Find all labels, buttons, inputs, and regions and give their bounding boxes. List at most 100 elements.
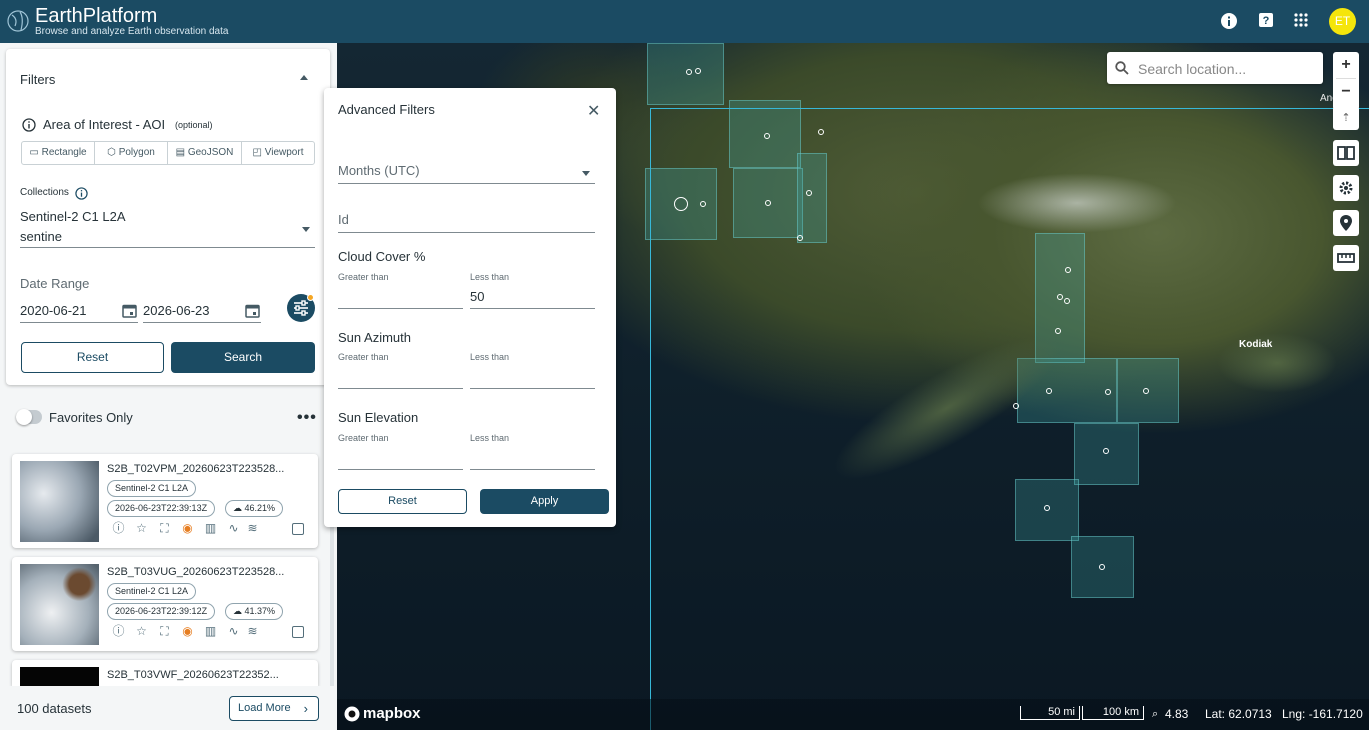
result-card[interactable]: S2B_T03VWF_20260623T22352... [12,660,318,686]
zoom-out-button[interactable]: − [1333,79,1359,107]
apply-button[interactable]: Apply [480,489,609,514]
info-icon[interactable]: ⓘ [112,522,125,535]
footprint-marker[interactable] [1013,403,1019,409]
collection-badge: Sentinel-2 C1 L2A [107,583,197,600]
result-thumbnail[interactable] [20,461,99,542]
close-icon[interactable]: ✕ [587,101,600,121]
footprint-marker[interactable] [695,68,701,74]
help-icon[interactable]: ? [1257,12,1275,30]
elevation-gt-input[interactable] [338,469,463,470]
reset-button[interactable]: Reset [21,342,164,373]
cloud-lt-input[interactable]: 50 [470,289,484,304]
chart-icon[interactable]: ∿ [227,522,240,535]
compare-chart-icon[interactable]: ≋ [246,522,259,535]
calendar-icon[interactable] [122,303,137,318]
cloud-gt-input[interactable] [338,308,463,309]
collapse-caret-icon[interactable] [300,75,308,80]
compass-button[interactable]: ⇡ [1333,106,1359,130]
info-icon[interactable] [22,118,36,132]
zoom-in-button[interactable]: + [1333,52,1359,78]
search-icon [1115,61,1129,75]
zoom-to-icon[interactable]: ⛶ [158,625,171,638]
result-thumbnail[interactable] [20,667,99,686]
footprint-marker[interactable] [1046,388,1052,394]
star-icon[interactable]: ☆ [135,625,148,638]
footprint-marker[interactable] [806,190,812,196]
info-icon[interactable] [1220,12,1238,30]
result-thumbnail[interactable] [20,564,99,645]
settings-button[interactable] [1333,175,1359,201]
result-title[interactable]: S2B_T03VUG_20260623T223528... [107,566,284,578]
footprint-marker[interactable] [1099,564,1105,570]
zoom-control: + − [1333,52,1359,110]
aoi-label: Area of Interest - AOI [43,117,166,132]
measure-button[interactable] [1333,245,1359,271]
elevation-lt-input[interactable] [470,469,595,470]
star-icon[interactable]: ☆ [135,522,148,535]
eye-icon[interactable]: ◉ [181,522,194,535]
footprint-marker[interactable] [686,69,692,75]
months-select[interactable]: Months (UTC) [338,163,420,178]
info-icon[interactable]: ⓘ [112,625,125,638]
footprint-marker[interactable] [818,129,824,135]
user-avatar[interactable]: ET [1329,8,1356,35]
location-search[interactable]: Search location... [1107,52,1323,84]
footprint-marker[interactable] [1103,448,1109,454]
footprint-tile[interactable] [647,43,724,105]
apps-icon[interactable] [1292,12,1310,30]
compare-button[interactable] [1333,140,1359,166]
aoi-polygon-button[interactable]: ⬡ Polygon [94,141,168,165]
aoi-viewport-button[interactable]: ◰ Viewport [241,141,315,165]
collection-search-input[interactable]: sentine [20,229,62,244]
footprint-marker[interactable] [1065,267,1071,273]
location-pin-button[interactable] [1333,210,1359,236]
footprint-marker[interactable] [1057,294,1063,300]
result-title[interactable]: S2B_T02VPM_20260623T223528... [107,463,284,475]
footprint-marker[interactable] [1143,388,1149,394]
cloud-cover-badge: ☁ 41.37% [225,603,284,620]
map-icon[interactable]: ▥ [204,522,217,535]
footprint-marker[interactable] [765,200,771,206]
eye-icon[interactable]: ◉ [181,625,194,638]
more-menu-icon[interactable]: ••• [297,409,317,427]
compare-chart-icon[interactable]: ≋ [246,625,259,638]
top-bar: EarthPlatform Browse and analyze Earth o… [0,0,1369,43]
footprint-marker[interactable] [1064,298,1070,304]
footprint-marker-selected[interactable] [674,197,688,211]
calendar-icon[interactable] [245,303,260,318]
footprint-marker[interactable] [1105,389,1111,395]
map-icon[interactable]: ▥ [204,625,217,638]
result-card[interactable]: S2B_T02VPM_20260623T223528... Sentinel-2… [12,454,318,548]
aoi-geojson-button[interactable]: ▤ GeoJSON [167,141,242,165]
azimuth-lt-input[interactable] [470,388,595,389]
chevron-down-icon[interactable] [302,227,310,232]
footprint-marker[interactable] [1044,505,1050,511]
search-button[interactable]: Search [171,342,315,373]
date-start-input[interactable]: 2020-06-21 [20,303,87,318]
location-search-input[interactable]: Search location... [1138,61,1246,77]
footprint-marker[interactable] [700,201,706,207]
select-checkbox[interactable] [292,626,304,638]
advanced-reset-button[interactable]: Reset [338,489,467,514]
collections-info-icon[interactable] [75,187,88,200]
advanced-filters-title: Advanced Filters [338,102,435,117]
id-input[interactable]: Id [338,212,349,227]
footprint-marker[interactable] [1055,328,1061,334]
zoom-to-icon[interactable]: ⛶ [158,522,171,535]
footprint-marker[interactable] [797,235,803,241]
mapbox-attribution[interactable]: mapbox [363,705,421,722]
chevron-down-icon[interactable] [582,171,590,176]
result-title[interactable]: S2B_T03VWF_20260623T22352... [107,669,279,681]
date-end-input[interactable]: 2026-06-23 [143,303,210,318]
advanced-filters-button[interactable] [287,294,315,322]
footprint-marker[interactable] [764,133,770,139]
select-checkbox[interactable] [292,523,304,535]
result-card[interactable]: S2B_T03VUG_20260623T223528... Sentinel-2… [12,557,318,651]
collection-chip[interactable]: Sentinel-2 C1 L2A [20,209,126,224]
chart-icon[interactable]: ∿ [227,625,240,638]
azimuth-gt-input[interactable] [338,388,463,389]
load-more-button[interactable]: Load More › [229,696,319,721]
aoi-polygon-label: Polygon [118,147,155,158]
aoi-rectangle-button[interactable]: ▭ Rectangle [21,141,95,165]
favorites-toggle[interactable] [16,409,42,425]
